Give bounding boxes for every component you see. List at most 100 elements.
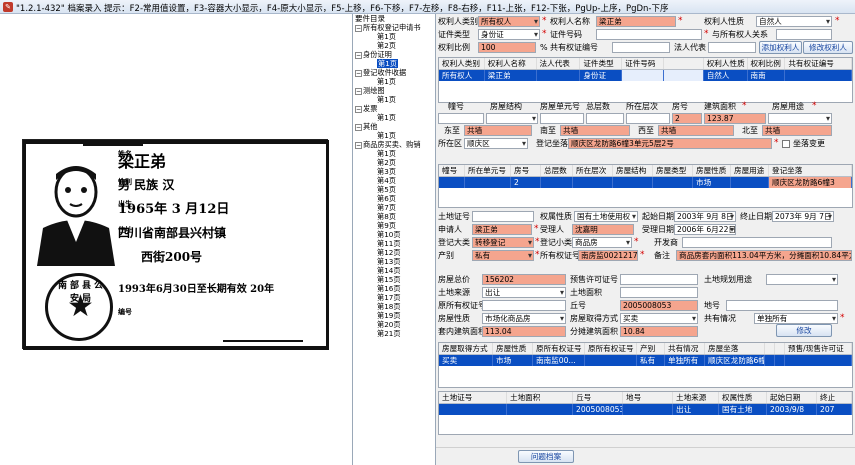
applicant-input[interactable]: 梁正弟 (472, 224, 532, 235)
presale-input[interactable] (620, 274, 698, 285)
acquire-select[interactable]: 买卖 (620, 313, 698, 324)
tree-page-item[interactable]: 第8页 (353, 212, 435, 221)
tree-page-item[interactable]: 第20页 (353, 320, 435, 329)
tree-page-item[interactable]: 第7页 (353, 203, 435, 212)
tree-page-item[interactable]: 第16页 (353, 284, 435, 293)
collapse-icon[interactable]: − (355, 106, 362, 113)
rightholder-name-input[interactable]: 梁正弟 (596, 16, 676, 27)
add-rightholder-button[interactable]: 添加权利人 (759, 41, 802, 54)
tree-page-item[interactable]: 第4页 (353, 176, 435, 185)
ratio-input[interactable]: 100 (478, 42, 536, 53)
tree-page-item[interactable]: 第1页 (353, 113, 435, 122)
tree-page-item[interactable]: 第13页 (353, 257, 435, 266)
collapse-icon[interactable]: − (355, 25, 362, 32)
tree-page-item[interactable]: 第10页 (353, 230, 435, 239)
district-select[interactable]: 顺庆区 (464, 138, 528, 149)
acceptor-input[interactable]: 沈嘉明 (572, 224, 634, 235)
remark-input[interactable]: 商品房套内面积113.04平方米，分摊面积10.84平方米 (676, 250, 852, 261)
modify-button[interactable]: 修改 (776, 324, 832, 337)
reg-sub-select[interactable]: 商品房 (572, 237, 632, 248)
tree-page-item[interactable]: 第1页 (353, 59, 435, 68)
tree-folder[interactable]: − 登记收件收据 (353, 68, 435, 77)
land-source-select[interactable]: 出让 (482, 287, 566, 298)
relation-input[interactable] (776, 29, 832, 40)
land-use-select[interactable] (766, 274, 838, 285)
shared-area-input[interactable]: 10.84 (620, 326, 698, 337)
floors-input[interactable] (586, 113, 624, 124)
tree-page-item[interactable]: 第2页 (353, 158, 435, 167)
tree-page-item[interactable]: 第11页 (353, 239, 435, 248)
land-cert-input[interactable] (472, 211, 534, 222)
table-row[interactable]: 2005008053 出让 国有土地 2003/9/8 207 (439, 404, 852, 415)
tree-page-item[interactable]: 第9页 (353, 221, 435, 230)
rightholder-nature-select[interactable]: 自然人 (756, 16, 832, 27)
tree-page-item[interactable]: 第1页 (353, 149, 435, 158)
end-date-picker[interactable]: 2073年 9月 7日 (772, 211, 834, 222)
attachment-tree[interactable]: 要件目录 − 所有权登记申请书 第1页 第2页 − 身份证明 第1页 − 登记收件收据 第1页 − 测… (352, 14, 436, 465)
west-input[interactable]: 共墙 (658, 125, 734, 136)
reg-class-select[interactable]: 转移登记 (472, 237, 534, 248)
use-select[interactable] (768, 113, 832, 124)
tree-page-item[interactable]: 第5页 (353, 185, 435, 194)
tree-page-item[interactable]: 第17页 (353, 293, 435, 302)
address-input[interactable]: 顺庆区龙防路6幢3单元5层2号 (568, 138, 772, 149)
tree-folder[interactable]: − 所有权登记申请书 (353, 23, 435, 32)
collapse-icon[interactable]: − (355, 88, 362, 95)
id-number-input[interactable] (596, 29, 702, 40)
collapse-icon[interactable]: − (355, 52, 362, 59)
property-select[interactable]: 私有 (472, 250, 534, 261)
tree-folder[interactable]: − 其他 (353, 122, 435, 131)
table-row[interactable]: 所有权人 梁正弟 身份证 自然人 南南 (439, 70, 852, 81)
owner-cert-input[interactable]: 南房监00212178 (578, 250, 638, 261)
accept-date-picker[interactable]: 2006年 6月22日 (674, 224, 736, 235)
land-table[interactable]: 土地证号 土地面积 丘号 地号 土地来源 权属性质 起始日期 终止 200500… (438, 391, 853, 435)
tree-page-item[interactable]: 第1页 (353, 95, 435, 104)
tree-page-item[interactable]: 第18页 (353, 302, 435, 311)
tree-folder[interactable]: − 测绘图 (353, 86, 435, 95)
floor-input[interactable] (626, 113, 670, 124)
ownership-table[interactable]: 房屋取得方式 房屋性质 原所有权证号 原所有权证号 产别 共有情况 房屋坐落 预… (438, 342, 853, 388)
room-input[interactable]: 2 (672, 113, 702, 124)
rightholder-table[interactable]: 权利人类别 权利人名称 法人代表 证件类型 证件号码 权利人性质 权利比例 共有… (438, 57, 853, 103)
tree-page-item[interactable]: 第1页 (353, 32, 435, 41)
document-image-panel[interactable]: 姓名 梁正弟 性别男 民族 汉 出生 1965年 3 月12日 住址 四川省南部县兴村… (0, 14, 352, 465)
tree-page-item[interactable]: 第1页 (353, 131, 435, 140)
start-date-picker[interactable]: 2003年 9月 8日 (674, 211, 736, 222)
id-type-select[interactable]: 身份证 (478, 29, 540, 40)
problem-archive-button[interactable]: 问题档案 (518, 450, 574, 463)
table-row[interactable]: 2 市场 顺庆区龙防路6幢3 (439, 177, 852, 188)
tree-page-item[interactable]: 第14页 (353, 266, 435, 275)
east-input[interactable]: 共墙 (464, 125, 532, 136)
inner-area-input[interactable]: 113.04 (482, 326, 566, 337)
tree-page-item[interactable]: 第1页 (353, 77, 435, 86)
collapse-icon[interactable]: − (355, 142, 362, 149)
tree-folder[interactable]: − 商品房买卖、购销 (353, 140, 435, 149)
collapse-icon[interactable]: − (355, 70, 362, 77)
lot-input[interactable] (726, 300, 838, 311)
tree-page-item[interactable]: 第19页 (353, 311, 435, 320)
tree-page-item[interactable]: 第3页 (353, 167, 435, 176)
tree-page-item[interactable]: 第6页 (353, 194, 435, 203)
land-area-input[interactable] (620, 287, 698, 298)
structure-select[interactable] (486, 113, 538, 124)
address-change-checkbox[interactable] (782, 140, 790, 148)
legal-rep-input[interactable] (708, 42, 756, 53)
tree-page-item[interactable]: 第21页 (353, 329, 435, 338)
tree-page-item[interactable]: 第15页 (353, 275, 435, 284)
hill-input[interactable]: 2005008053 (620, 300, 698, 311)
unit-input[interactable] (540, 113, 584, 124)
rightholder-type-select[interactable]: 所有权人 (478, 16, 540, 27)
share-select[interactable]: 单独所有 (754, 313, 838, 324)
area-input[interactable]: 123.87 (704, 113, 766, 124)
south-input[interactable]: 共墙 (560, 125, 630, 136)
house-nature-select[interactable]: 市场化商品房 (482, 313, 566, 324)
right-nature-select[interactable]: 国有土地使用权 (574, 211, 638, 222)
developer-input[interactable] (682, 237, 832, 248)
table-row[interactable]: 买卖 市场 南南监00... 私有 单独所有 顺庆区龙防路6幢3... (439, 355, 852, 366)
collapse-icon[interactable]: − (355, 124, 362, 131)
shared-cert-input[interactable] (612, 42, 670, 53)
tree-page-item[interactable]: 第2页 (353, 41, 435, 50)
orig-cert-input[interactable] (482, 300, 566, 311)
building-table[interactable]: 幢号 所在单元号 房号 总层数 所在层次 房屋结构 房屋类型 房屋性质 房屋用途… (438, 164, 853, 208)
bldg-input[interactable] (438, 113, 484, 124)
